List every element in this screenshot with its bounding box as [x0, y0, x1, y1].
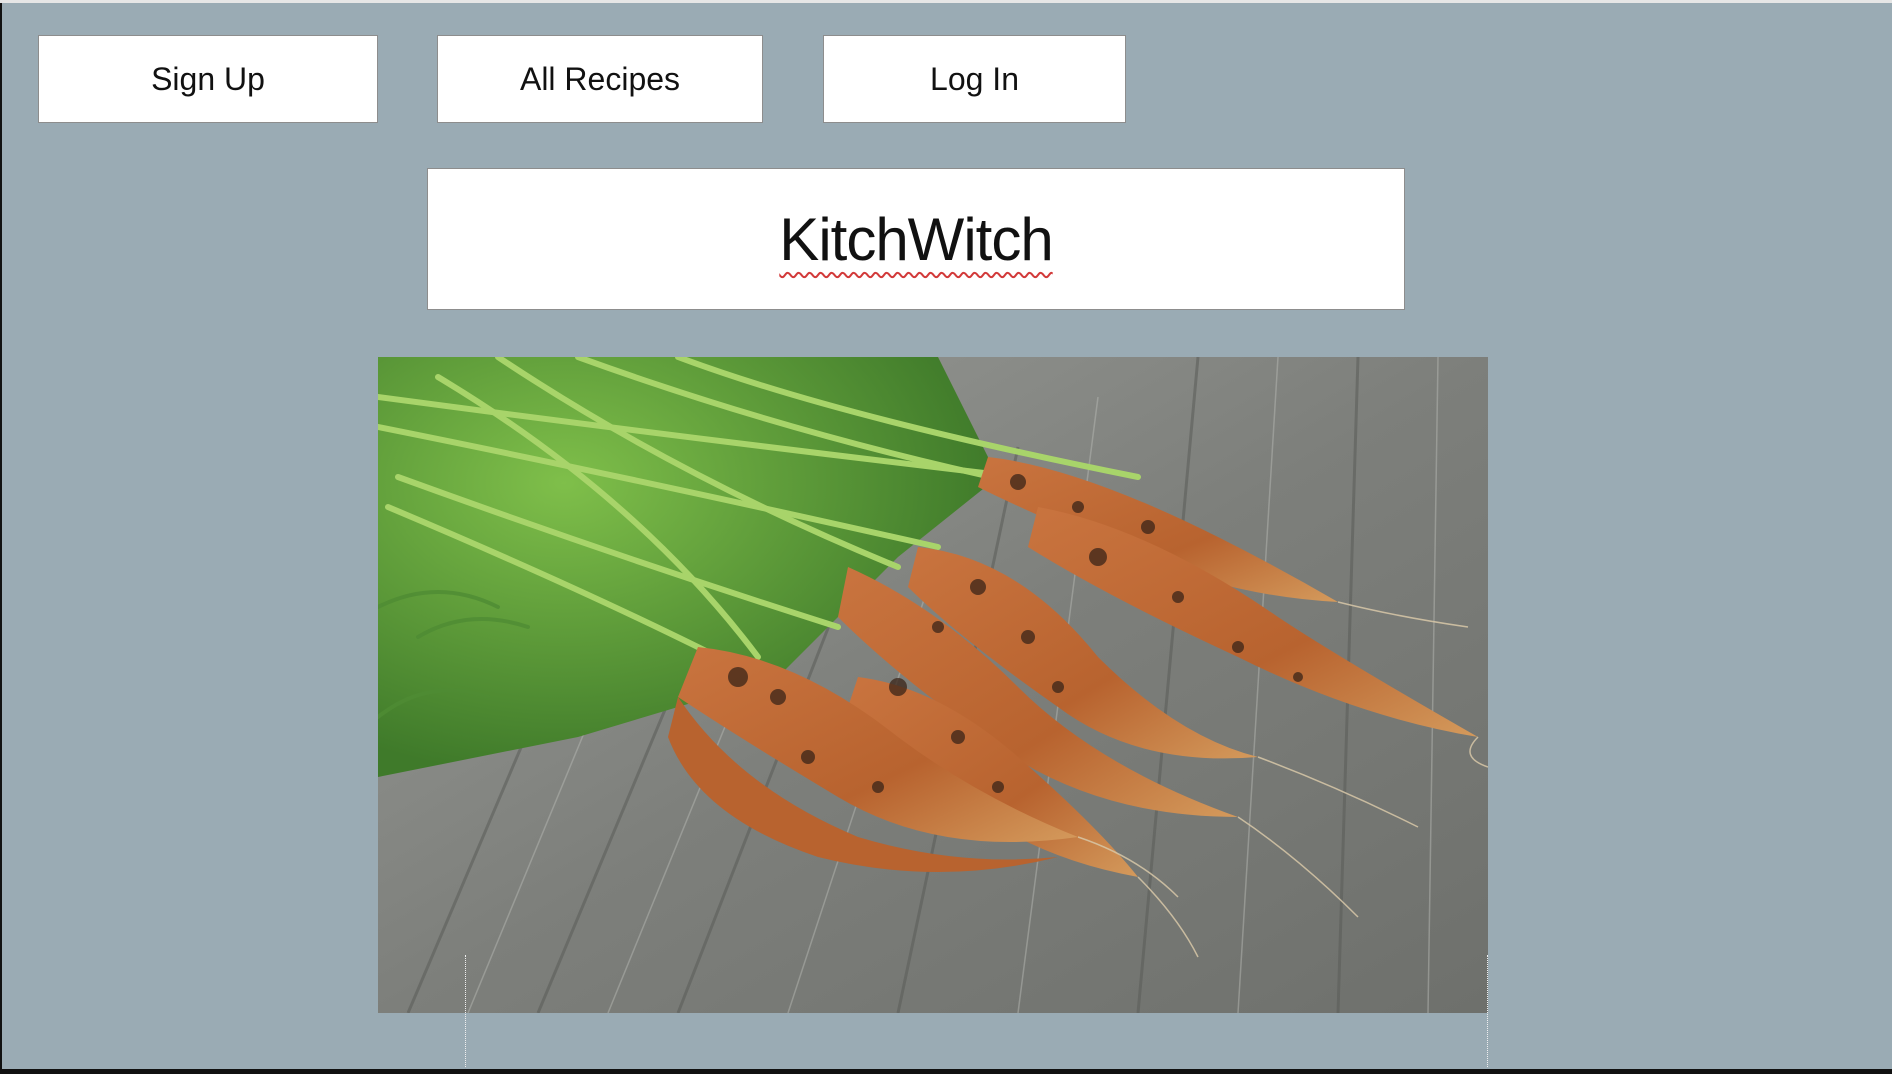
site-title: KitchWitch	[779, 205, 1053, 273]
window-bottom-edge	[0, 1069, 1892, 1074]
sign-up-button[interactable]: Sign Up	[38, 35, 378, 123]
title-box: KitchWitch	[427, 168, 1405, 310]
all-recipes-button[interactable]: All Recipes	[437, 35, 763, 123]
carrots-image	[378, 357, 1488, 1013]
hero-image	[378, 357, 1488, 1013]
log-in-button[interactable]: Log In	[823, 35, 1126, 123]
